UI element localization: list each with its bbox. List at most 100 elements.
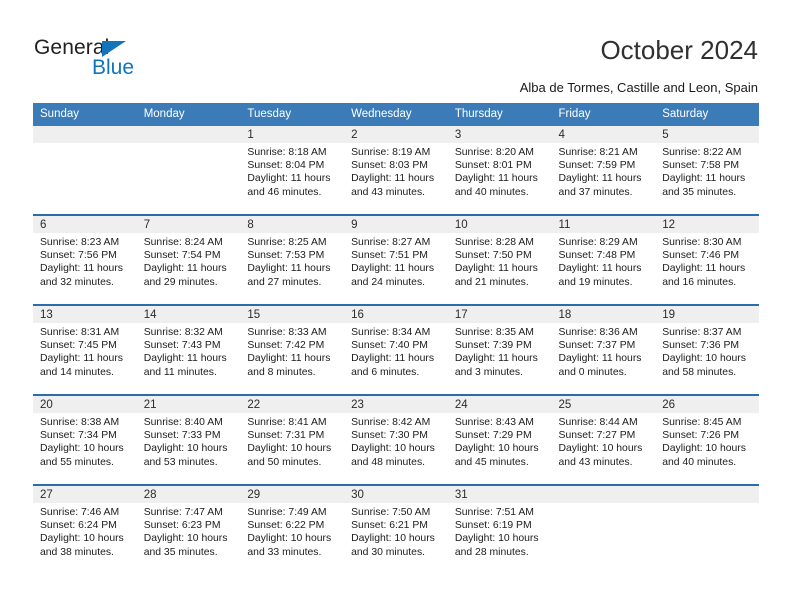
day-details: Sunrise: 8:28 AM Sunset: 7:50 PM Daylight:… [448, 233, 552, 289]
sunrise-text: Sunrise: 8:22 AM [662, 147, 742, 158]
sunrise-text: Sunrise: 8:30 AM [662, 237, 742, 248]
day-cell-content: 31 Sunrise: 7:51 AM Sunset: 6:19 PM Dayligh… [447, 486, 552, 574]
day-cell-content [33, 126, 137, 214]
calendar-day-cell[interactable]: 6 Sunrise: 8:23 AM Sunset: 7:56 PM Daylight… [33, 214, 137, 305]
calendar-day-cell[interactable]: 29 Sunrise: 7:49 AM Sunset: 6:22 PM Dayligh… [240, 484, 345, 574]
calendar-day-cell[interactable]: 2 Sunrise: 8:19 AM Sunset: 8:03 PM Daylight… [344, 126, 448, 215]
day-details: Sunrise: 8:24 AM Sunset: 7:54 PM Daylight:… [137, 233, 241, 289]
calendar-day-cell[interactable]: 25 Sunrise: 8:44 AM Sunset: 7:27 PM Dayligh… [551, 394, 656, 485]
calendar-day-cell[interactable]: 23 Sunrise: 8:42 AM Sunset: 7:30 PM Dayligh… [344, 394, 448, 485]
sunrise-text: Sunrise: 8:35 AM [454, 327, 534, 338]
calendar-day-cell [136, 126, 241, 215]
calendar-day-cell[interactable]: 10 Sunrise: 8:28 AM Sunset: 7:50 PM Dayligh… [447, 214, 552, 305]
general-blue-logo[interactable]: General Blue [34, 36, 214, 88]
day-number: 10 [447, 216, 552, 233]
calendar-day-cell[interactable]: 11 Sunrise: 8:29 AM Sunset: 7:48 PM Dayligh… [551, 214, 656, 305]
day-details: Sunrise: 8:37 AM Sunset: 7:36 PM Daylight:… [655, 323, 759, 379]
day-number [136, 126, 241, 143]
calendar-day-cell[interactable]: 21 Sunrise: 8:40 AM Sunset: 7:33 PM Dayligh… [136, 394, 241, 485]
calendar-day-cell[interactable]: 31 Sunrise: 7:51 AM Sunset: 6:19 PM Dayligh… [447, 484, 552, 574]
day-number: 2 [344, 126, 448, 143]
calendar-day-cell[interactable]: 18 Sunrise: 8:36 AM Sunset: 7:37 PM Dayligh… [551, 304, 656, 395]
day-number: 5 [655, 126, 759, 143]
sunset-text: Sunset: 7:56 PM [40, 250, 117, 262]
sunrise-text: Sunrise: 8:34 AM [351, 327, 431, 338]
calendar-day-cell[interactable]: 30 Sunrise: 7:50 AM Sunset: 6:21 PM Dayligh… [344, 484, 448, 574]
day-number: 31 [447, 486, 552, 503]
sunset-text: Sunset: 7:58 PM [662, 160, 740, 172]
calendar-day-cell[interactable]: 14 Sunrise: 8:32 AM Sunset: 7:43 PM Dayligh… [136, 304, 241, 395]
sunrise-text: Sunrise: 8:32 AM [143, 327, 223, 338]
daylight-text: Daylight: 11 hours and 6 minutes. [351, 353, 435, 378]
daylight-text: Daylight: 11 hours and 16 minutes. [662, 263, 746, 288]
calendar-day-cell[interactable]: 5 Sunrise: 8:22 AM Sunset: 7:58 PM Daylight… [655, 126, 759, 215]
day-details: Sunrise: 8:44 AM Sunset: 7:27 PM Daylight:… [552, 413, 656, 469]
day-number: 15 [240, 306, 345, 323]
calendar-week-row: 27 Sunrise: 7:46 AM Sunset: 6:24 PM Dayligh… [33, 484, 759, 574]
daylight-text: Daylight: 11 hours and 40 minutes. [454, 173, 538, 198]
day-details: Sunrise: 8:18 AM Sunset: 8:04 PM Daylight:… [240, 143, 344, 199]
sunrise-text: Sunrise: 8:21 AM [558, 147, 638, 158]
calendar-day-cell[interactable]: 4 Sunrise: 8:21 AM Sunset: 7:59 PM Daylight… [551, 126, 656, 215]
calendar-day-cell[interactable]: 22 Sunrise: 8:41 AM Sunset: 7:31 PM Dayligh… [240, 394, 345, 485]
day-number: 21 [136, 396, 241, 413]
day-number: 19 [655, 306, 759, 323]
sunset-text: Sunset: 6:22 PM [247, 520, 325, 532]
day-number: 12 [655, 216, 759, 233]
calendar-day-cell[interactable]: 3 Sunrise: 8:20 AM Sunset: 8:01 PM Daylight… [447, 126, 552, 215]
day-number: 13 [33, 306, 137, 323]
calendar-day-cell[interactable]: 24 Sunrise: 8:43 AM Sunset: 7:29 PM Dayligh… [447, 394, 552, 485]
daylight-text: Daylight: 10 hours and 28 minutes. [454, 533, 539, 558]
sunrise-text: Sunrise: 8:27 AM [351, 237, 431, 248]
weekday-header-monday: Monday [136, 103, 241, 126]
day-cell-content: 22 Sunrise: 8:41 AM Sunset: 7:31 PM Dayligh… [240, 396, 345, 484]
day-cell-content: 17 Sunrise: 8:35 AM Sunset: 7:39 PM Dayligh… [447, 306, 552, 394]
daylight-text: Daylight: 11 hours and 8 minutes. [247, 353, 331, 378]
sunrise-text: Sunrise: 8:29 AM [558, 237, 638, 248]
calendar-day-cell[interactable]: 12 Sunrise: 8:30 AM Sunset: 7:46 PM Dayligh… [655, 214, 759, 305]
calendar-day-cell[interactable]: 9 Sunrise: 8:27 AM Sunset: 7:51 PM Daylight… [344, 214, 448, 305]
calendar-day-cell[interactable]: 7 Sunrise: 8:24 AM Sunset: 7:54 PM Daylight… [136, 214, 241, 305]
calendar-day-cell[interactable]: 27 Sunrise: 7:46 AM Sunset: 6:24 PM Dayligh… [33, 484, 137, 574]
sunset-text: Sunset: 7:33 PM [143, 430, 221, 442]
daylight-text: Daylight: 11 hours and 43 minutes. [351, 173, 435, 198]
calendar-day-cell[interactable]: 8 Sunrise: 8:25 AM Sunset: 7:53 PM Daylight… [240, 214, 345, 305]
sunrise-text: Sunrise: 7:47 AM [143, 507, 223, 518]
calendar-week-row: 6 Sunrise: 8:23 AM Sunset: 7:56 PM Daylight… [33, 214, 759, 305]
calendar-day-cell[interactable]: 1 Sunrise: 8:18 AM Sunset: 8:04 PM Daylight… [240, 126, 345, 215]
daylight-text: Daylight: 11 hours and 29 minutes. [143, 263, 227, 288]
sunrise-text: Sunrise: 8:44 AM [558, 417, 638, 428]
day-cell-content: 2 Sunrise: 8:19 AM Sunset: 8:03 PM Daylight… [344, 126, 448, 214]
weekday-header-thursday: Thursday [447, 103, 552, 126]
sunset-text: Sunset: 7:51 PM [351, 250, 428, 262]
calendar-day-cell[interactable]: 28 Sunrise: 7:47 AM Sunset: 6:23 PM Dayligh… [136, 484, 241, 574]
day-details: Sunrise: 8:36 AM Sunset: 7:37 PM Daylight:… [552, 323, 656, 379]
calendar-week-row: 20 Sunrise: 8:38 AM Sunset: 7:34 PM Dayligh… [33, 394, 759, 485]
calendar-day-cell[interactable]: 13 Sunrise: 8:31 AM Sunset: 7:45 PM Dayligh… [33, 304, 137, 395]
sunset-text: Sunset: 7:59 PM [558, 160, 636, 172]
calendar-day-cell[interactable]: 26 Sunrise: 8:45 AM Sunset: 7:26 PM Dayligh… [655, 394, 759, 485]
day-details: Sunrise: 8:31 AM Sunset: 7:45 PM Daylight:… [33, 323, 137, 379]
day-cell-content: 12 Sunrise: 8:30 AM Sunset: 7:46 PM Dayligh… [655, 216, 759, 304]
day-details: Sunrise: 8:42 AM Sunset: 7:30 PM Daylight:… [344, 413, 448, 469]
calendar-day-cell[interactable]: 17 Sunrise: 8:35 AM Sunset: 7:39 PM Dayligh… [447, 304, 552, 395]
calendar-day-cell[interactable]: 20 Sunrise: 8:38 AM Sunset: 7:34 PM Dayligh… [33, 394, 137, 485]
day-cell-content: 18 Sunrise: 8:36 AM Sunset: 7:37 PM Dayligh… [551, 306, 656, 394]
day-cell-content: 10 Sunrise: 8:28 AM Sunset: 7:50 PM Dayligh… [447, 216, 552, 304]
sunrise-text: Sunrise: 8:23 AM [40, 237, 120, 248]
day-cell-content: 8 Sunrise: 8:25 AM Sunset: 7:53 PM Daylight… [240, 216, 345, 304]
sunrise-text: Sunrise: 8:24 AM [143, 237, 223, 248]
sunrise-text: Sunrise: 8:41 AM [247, 417, 327, 428]
daylight-text: Daylight: 10 hours and 53 minutes. [143, 443, 228, 468]
calendar-day-cell[interactable]: 19 Sunrise: 8:37 AM Sunset: 7:36 PM Dayligh… [655, 304, 759, 395]
day-details: Sunrise: 7:47 AM Sunset: 6:23 PM Daylight:… [137, 503, 241, 559]
sunset-text: Sunset: 7:26 PM [662, 430, 740, 442]
daylight-text: Daylight: 10 hours and 30 minutes. [351, 533, 435, 558]
calendar-day-cell[interactable]: 15 Sunrise: 8:33 AM Sunset: 7:42 PM Dayligh… [240, 304, 345, 395]
calendar-day-cell[interactable]: 16 Sunrise: 8:34 AM Sunset: 7:40 PM Dayligh… [344, 304, 448, 395]
sunrise-text: Sunrise: 8:19 AM [351, 147, 431, 158]
sunset-text: Sunset: 7:30 PM [351, 430, 428, 442]
day-number: 1 [240, 126, 345, 143]
sunrise-text: Sunrise: 8:42 AM [351, 417, 431, 428]
sunrise-text: Sunrise: 8:37 AM [662, 327, 742, 338]
